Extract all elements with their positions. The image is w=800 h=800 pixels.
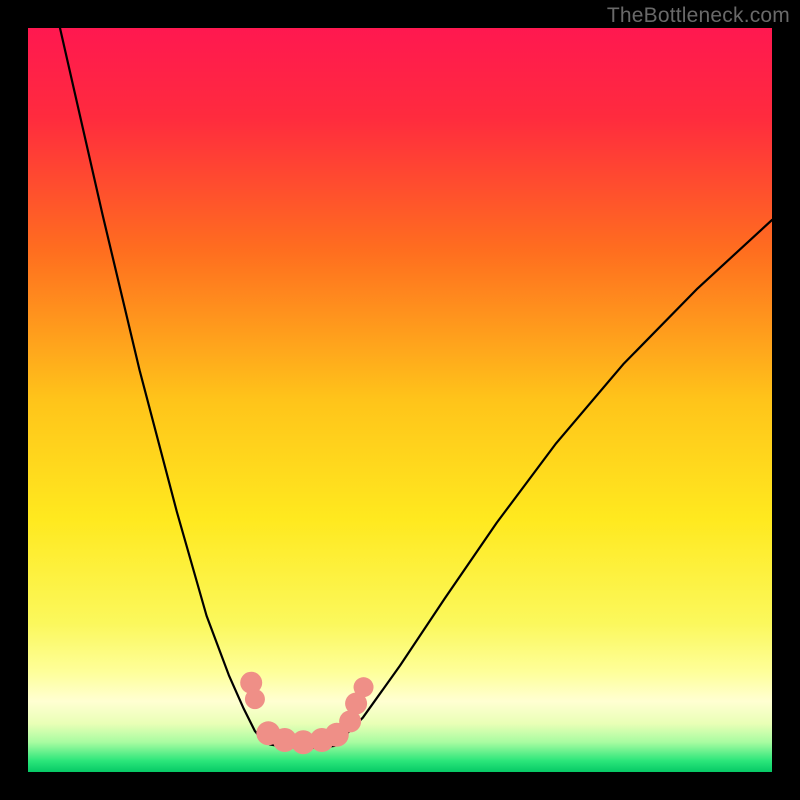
marker-dot bbox=[354, 677, 374, 697]
plot-area bbox=[28, 28, 772, 772]
watermark-text: TheBottleneck.com bbox=[607, 4, 790, 28]
chart-svg bbox=[28, 28, 772, 772]
marker-dot bbox=[245, 689, 265, 709]
gradient-bg bbox=[28, 28, 772, 772]
chart-frame: TheBottleneck.com bbox=[0, 0, 800, 800]
